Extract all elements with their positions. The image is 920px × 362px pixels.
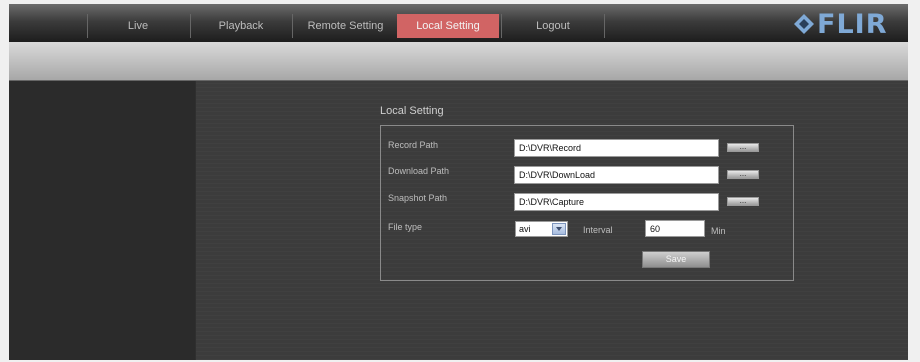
record-path-input[interactable] [514, 139, 719, 157]
snapshot-path-label: Snapshot Path [388, 193, 448, 203]
interval-unit-label: Min [711, 226, 726, 236]
section-title: Local Setting [380, 105, 444, 117]
tab-playback[interactable]: Playback [190, 14, 291, 38]
tab-local-setting[interactable]: Local Setting [397, 14, 499, 38]
logo-text: FLIR [817, 8, 888, 40]
tab-remote-setting[interactable]: Remote Setting [292, 14, 398, 38]
download-path-label: Download Path [388, 166, 450, 176]
toolbar-strip [9, 42, 908, 81]
interval-input[interactable] [645, 220, 705, 237]
download-path-browse-button[interactable]: ... [727, 170, 759, 179]
snapshot-path-browse-button[interactable]: ... [727, 197, 759, 206]
chevron-down-icon[interactable] [552, 223, 566, 235]
local-setting-form: Record Path ... Download Path ... Snapsh… [380, 125, 794, 281]
file-type-select[interactable]: avi [515, 221, 568, 237]
flir-logo: FLIR [793, 8, 891, 40]
dvr-client-window: Live Playback Remote Setting Local Setti… [9, 4, 908, 360]
file-type-label: File type [388, 222, 423, 232]
tab-logout[interactable]: Logout [501, 14, 605, 38]
save-button[interactable]: Save [642, 251, 710, 268]
local-setting-panel: Local Setting Record Path ... Download P… [196, 81, 908, 360]
file-type-value: avi [519, 224, 531, 234]
interval-label: Interval [583, 225, 613, 235]
flir-diamond-icon [794, 14, 814, 34]
snapshot-path-input[interactable] [514, 193, 719, 211]
record-path-label: Record Path [388, 140, 439, 150]
left-sidebar [9, 81, 195, 360]
record-path-browse-button[interactable]: ... [727, 143, 759, 152]
top-nav-bar: Live Playback Remote Setting Local Setti… [9, 4, 908, 42]
download-path-input[interactable] [514, 166, 719, 184]
tab-live[interactable]: Live [87, 14, 188, 38]
